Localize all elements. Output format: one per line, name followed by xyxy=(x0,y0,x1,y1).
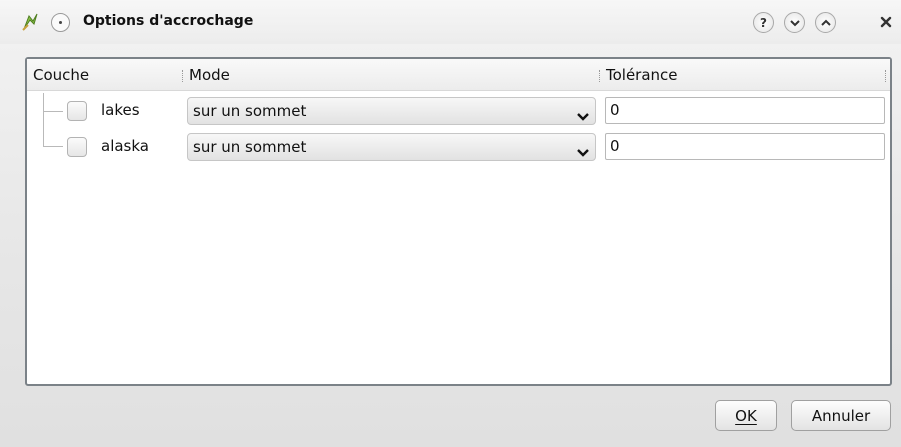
chevron-down-icon xyxy=(577,143,589,161)
snapping-options-dialog: Options d'accrochage ? Couche Mode Tolér… xyxy=(0,0,901,447)
close-icon[interactable] xyxy=(876,12,896,32)
qgis-app-icon xyxy=(20,12,40,32)
column-separator[interactable] xyxy=(599,70,600,82)
tolerance-value: 0 xyxy=(610,101,620,119)
tolerance-value: 0 xyxy=(610,137,620,155)
mode-select[interactable]: sur un sommet xyxy=(187,97,596,125)
tolerance-input[interactable]: 0 xyxy=(605,133,885,160)
column-header-mode[interactable]: Mode xyxy=(189,66,230,84)
cancel-button[interactable]: Annuler xyxy=(791,400,891,431)
column-header-layer[interactable]: Couche xyxy=(33,66,89,84)
cancel-button-label: Annuler xyxy=(811,406,871,425)
mode-select-value: sur un sommet xyxy=(193,138,307,156)
layer-name: alaska xyxy=(101,137,149,155)
minimize-icon[interactable] xyxy=(784,12,805,33)
table-row[interactable]: lakes sur un sommet 0 xyxy=(27,93,890,129)
maximize-icon[interactable] xyxy=(815,12,836,33)
table-header: Couche Mode Tolérance xyxy=(27,59,890,91)
column-separator[interactable] xyxy=(182,70,183,82)
layer-name: lakes xyxy=(101,101,140,119)
tolerance-input[interactable]: 0 xyxy=(605,97,885,124)
chevron-down-icon xyxy=(577,107,589,125)
column-separator[interactable] xyxy=(885,70,886,82)
layer-checkbox[interactable] xyxy=(67,101,87,121)
mode-select-value: sur un sommet xyxy=(193,102,307,120)
ok-button[interactable]: OK xyxy=(715,400,777,431)
table-row[interactable]: alaska sur un sommet 0 xyxy=(27,129,890,165)
title-bar: Options d'accrochage ? xyxy=(0,0,901,44)
help-icon[interactable]: ? xyxy=(753,12,774,33)
column-header-tolerance[interactable]: Tolérance xyxy=(606,66,678,84)
ok-button-label: OK xyxy=(735,406,757,425)
layers-table: Couche Mode Tolérance lakes sur un somme… xyxy=(25,57,892,386)
layer-checkbox[interactable] xyxy=(67,137,87,157)
mode-select[interactable]: sur un sommet xyxy=(187,133,596,161)
window-menu-icon[interactable] xyxy=(51,13,70,32)
window-title: Options d'accrochage xyxy=(83,13,254,29)
